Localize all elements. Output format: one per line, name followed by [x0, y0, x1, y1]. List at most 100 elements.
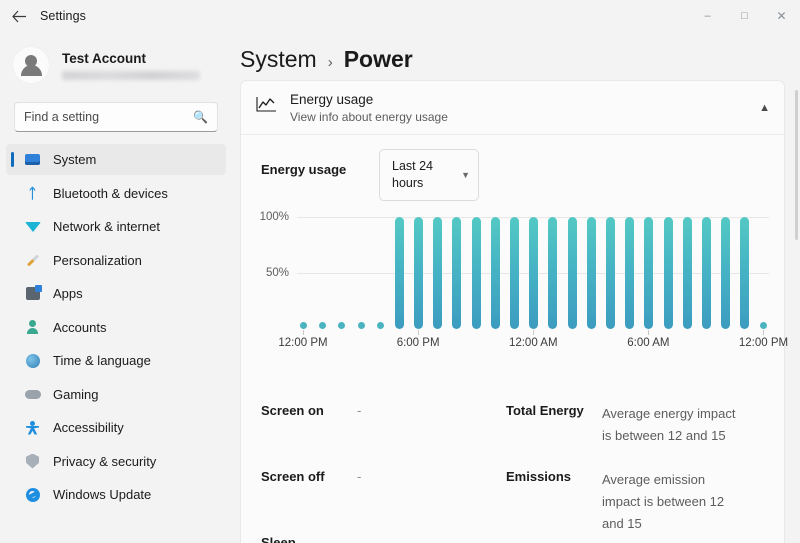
line-chart-icon — [255, 96, 277, 119]
chart-zero-marker — [760, 322, 767, 329]
window-controls: – □ ✕ — [689, 0, 800, 32]
avatar — [12, 46, 50, 84]
chart-bar-slot — [529, 217, 538, 329]
breadcrumb-separator: › — [328, 54, 333, 71]
chart-bar — [491, 217, 500, 329]
chart-bar-slot — [510, 217, 519, 329]
stat-total-energy: Total Energy Average energy impact is be… — [506, 403, 742, 447]
paintbrush-icon — [24, 252, 41, 269]
chart-bar-slot — [740, 217, 749, 329]
chart-bar-slot — [587, 217, 596, 329]
y-tick-label-100: 100% — [243, 211, 289, 223]
close-button[interactable]: ✕ — [763, 0, 800, 32]
chart-x-tick — [418, 330, 419, 335]
breadcrumb: System › Power — [232, 32, 800, 73]
person-icon — [24, 319, 41, 336]
sidebar-item-bluetooth-devices[interactable]: ᛏ Bluetooth & devices — [6, 178, 226, 209]
card-title: Energy usage — [290, 92, 448, 107]
energy-usage-label: Energy usage — [261, 149, 379, 177]
chart-bar-slot — [548, 217, 557, 329]
chart-zero-marker — [377, 322, 384, 329]
stat-label: Total Energy — [506, 403, 602, 418]
sidebar-item-label: Bluetooth & devices — [53, 186, 168, 201]
account-name: Test Account — [62, 51, 200, 66]
sidebar-item-personalization[interactable]: Personalization — [6, 245, 226, 276]
sidebar-item-apps[interactable]: Apps — [6, 278, 226, 309]
energy-stats: Screen on - Screen off - Sleep - Total E… — [241, 403, 784, 543]
energy-usage-card-header[interactable]: Energy usage View info about energy usag… — [241, 81, 784, 135]
sidebar-item-gaming[interactable]: Gaming — [6, 379, 226, 410]
chart-bar-slot — [568, 217, 577, 329]
sidebar-item-windows-update[interactable]: Windows Update — [6, 479, 226, 510]
chart-zero-slot — [299, 322, 308, 329]
sidebar-item-label: Personalization — [53, 253, 142, 268]
accessibility-icon — [24, 419, 41, 436]
sidebar-item-time-language[interactable]: Time & language — [6, 345, 226, 376]
sidebar-item-label: Network & internet — [53, 219, 160, 234]
minimize-button[interactable]: – — [689, 0, 726, 32]
breadcrumb-parent[interactable]: System — [240, 46, 317, 73]
stat-label: Screen off — [261, 469, 357, 484]
stat-label: Emissions — [506, 469, 602, 484]
sidebar-item-label: Windows Update — [53, 487, 151, 502]
chart-bar — [548, 217, 557, 329]
page-title: Power — [344, 46, 413, 73]
sidebar-item-network-internet[interactable]: Network & internet — [6, 211, 226, 242]
chart-zero-slot — [759, 322, 768, 329]
monitor-icon — [24, 151, 41, 168]
sidebar-item-label: Gaming — [53, 387, 99, 402]
sidebar-item-privacy-security[interactable]: Privacy & security — [6, 446, 226, 477]
sidebar-item-accessibility[interactable]: Accessibility — [6, 412, 226, 443]
chart-zero-slot — [318, 322, 327, 329]
chart-zero-slot — [337, 322, 346, 329]
chart-bar-slot — [433, 217, 442, 329]
time-range-dropdown[interactable]: Last 24 hours ▼ — [379, 149, 479, 201]
sidebar-item-label: Accounts — [53, 320, 106, 335]
account-email-redacted — [62, 71, 200, 80]
chart-bar — [683, 217, 692, 329]
wifi-icon — [24, 218, 41, 235]
gamepad-icon — [24, 386, 41, 403]
sidebar-item-accounts[interactable]: Accounts — [6, 312, 226, 343]
vertical-scrollbar[interactable] — [795, 90, 798, 240]
chart-bar — [721, 217, 730, 329]
chart-bar-slot — [606, 217, 615, 329]
stat-value: - — [357, 469, 361, 484]
chart-bar — [587, 217, 596, 329]
time-range-value: Last 24 hours — [392, 158, 457, 192]
window-title: Settings — [40, 9, 86, 23]
chart-x-tick-label: 12:00 AM — [509, 337, 558, 349]
chart-zero-marker — [358, 322, 365, 329]
account-section[interactable]: Test Account — [0, 32, 232, 90]
sidebar-item-label: Time & language — [53, 353, 151, 368]
clock-globe-icon — [24, 352, 41, 369]
chart-bar — [395, 217, 404, 329]
chart-zero-marker — [300, 322, 307, 329]
chevron-up-icon[interactable]: ▲ — [759, 102, 770, 114]
apps-icon — [24, 285, 41, 302]
chart-bar-slot — [395, 217, 404, 329]
chart-bar-slot — [491, 217, 500, 329]
sidebar-item-label: Privacy & security — [53, 454, 156, 469]
chart-bar-slot — [664, 217, 673, 329]
chart-plot-area — [297, 217, 769, 329]
y-tick-label-50: 50% — [243, 267, 289, 279]
sidebar-item-system[interactable]: System — [6, 144, 226, 175]
main-content: System › Power Energy usage View info ab… — [232, 32, 800, 543]
sidebar: Test Account 🔍 System ᛏ Bluetooth & devi… — [0, 32, 232, 543]
chart-zero-marker — [319, 322, 326, 329]
chart-x-tick-label: 12:00 PM — [278, 337, 327, 349]
search-input[interactable] — [24, 110, 189, 124]
maximize-button[interactable]: □ — [726, 0, 763, 32]
chart-bar — [472, 217, 481, 329]
back-button[interactable] — [4, 1, 34, 31]
chart-bar — [702, 217, 711, 329]
chart-bar — [664, 217, 673, 329]
search-box[interactable]: 🔍 — [14, 102, 218, 132]
chart-bar — [644, 217, 653, 329]
chart-bar-slot — [702, 217, 711, 329]
energy-usage-card-body: Energy usage Last 24 hours ▼ 100% 50% 12… — [241, 135, 784, 543]
stat-label: Screen on — [261, 403, 357, 418]
update-icon — [24, 486, 41, 503]
chart-x-tick — [303, 330, 304, 335]
